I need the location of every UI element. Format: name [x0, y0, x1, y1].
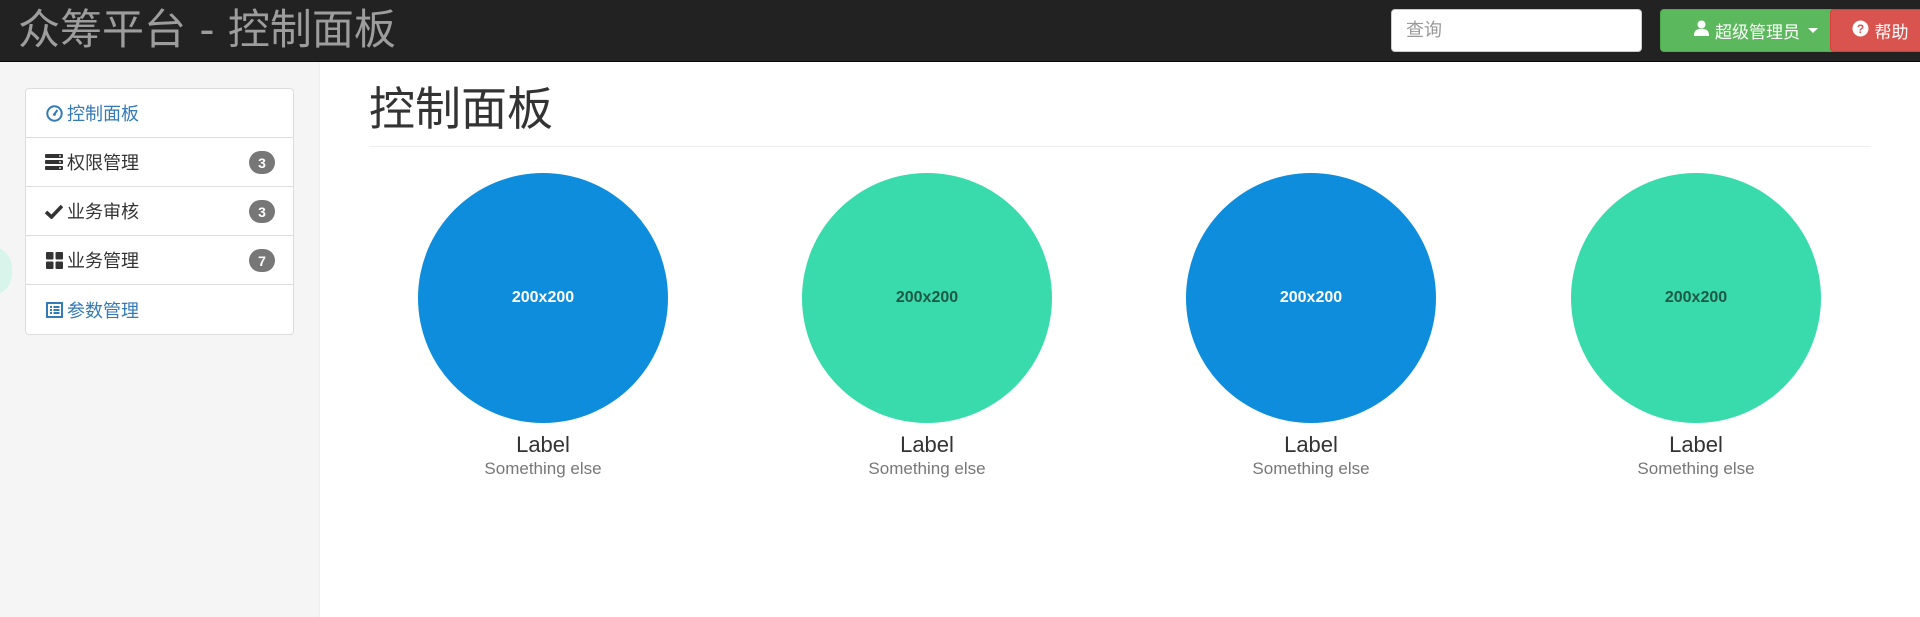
- sidebar: 控制面板 权限管理 3 业务审核 3 业务管理 7 参数管理: [0, 62, 320, 617]
- admin-label: 超级管理员: [1715, 23, 1800, 43]
- placeholder-tile: 200x200 Label Something else: [1571, 173, 1821, 479]
- sidebar-menu: 控制面板 权限管理 3 业务审核 3 业务管理 7 参数管理: [25, 88, 294, 335]
- user-icon: [1694, 20, 1709, 41]
- placeholder-image[interactable]: 200x200: [418, 173, 668, 423]
- sidebar-item-label: 业务管理: [67, 251, 139, 272]
- placeholder-tile: 200x200 Label Something else: [418, 173, 668, 479]
- placeholder-image[interactable]: 200x200: [802, 173, 1052, 423]
- sidebar-item-label: 参数管理: [67, 300, 139, 322]
- placeholder-text: 200x200: [511, 289, 575, 306]
- title-divider: [369, 146, 1871, 147]
- sidebar-item-review[interactable]: 业务审核 3: [26, 187, 293, 236]
- grid-icon: [44, 251, 64, 269]
- caret-down-icon: [1808, 28, 1818, 33]
- placeholder-text: 200x200: [895, 289, 959, 306]
- sidebar-item-label: 控制面板: [67, 104, 139, 125]
- placeholder-tile: 200x200 Label Something else: [802, 173, 1052, 479]
- checkmark-icon: [44, 204, 64, 219]
- search-input[interactable]: [1391, 9, 1642, 52]
- dashboard-icon: [44, 104, 64, 122]
- sidebar-item-label: 权限管理: [67, 153, 139, 174]
- sidebar-item-dashboard[interactable]: 控制面板: [26, 89, 293, 138]
- question-circle-icon: ?: [1852, 20, 1869, 42]
- admin-dropdown-button[interactable]: 超级管理员: [1660, 9, 1852, 52]
- tile-label: Label: [516, 432, 570, 457]
- page-title: 控制面板: [369, 82, 553, 136]
- placeholder-text: 200x200: [1664, 289, 1728, 306]
- count-badge: 3: [249, 200, 275, 223]
- sidebar-item-parameters[interactable]: 参数管理: [26, 285, 293, 334]
- placeholder-image[interactable]: 200x200: [1186, 173, 1436, 423]
- tile-label: Label: [1284, 432, 1338, 457]
- svg-text:?: ?: [1856, 22, 1863, 36]
- count-badge: 3: [249, 151, 275, 174]
- sidebar-item-permissions[interactable]: 权限管理 3: [26, 138, 293, 187]
- placeholder-text: 200x200: [1279, 289, 1343, 306]
- top-navbar: 众筹平台 - 控制面板 超级管理员 ? 帮助: [0, 0, 1920, 62]
- placeholder-tile: 200x200 Label Something else: [1186, 173, 1436, 479]
- server-icon: [44, 154, 64, 170]
- app-brand[interactable]: 众筹平台 - 控制面板: [18, 6, 396, 54]
- help-label: 帮助: [1874, 23, 1909, 43]
- main-content: 控制面板 200x200 Label Something else 200x20…: [320, 62, 1920, 617]
- placeholder-image[interactable]: 200x200: [1571, 173, 1821, 423]
- sidebar-item-label: 业务审核: [67, 202, 139, 223]
- list-alt-icon: [44, 301, 64, 318]
- count-badge: 7: [249, 249, 275, 272]
- help-button[interactable]: ? 帮助: [1830, 9, 1920, 52]
- sidebar-edge-decoration: [0, 246, 12, 296]
- tile-subtitle: Something else: [484, 459, 602, 478]
- tile-label: Label: [1669, 432, 1723, 457]
- sidebar-item-business[interactable]: 业务管理 7: [26, 236, 293, 285]
- tile-label: Label: [900, 432, 954, 457]
- tile-subtitle: Something else: [1637, 459, 1755, 478]
- tile-subtitle: Something else: [868, 459, 986, 478]
- tile-subtitle: Something else: [1252, 459, 1370, 478]
